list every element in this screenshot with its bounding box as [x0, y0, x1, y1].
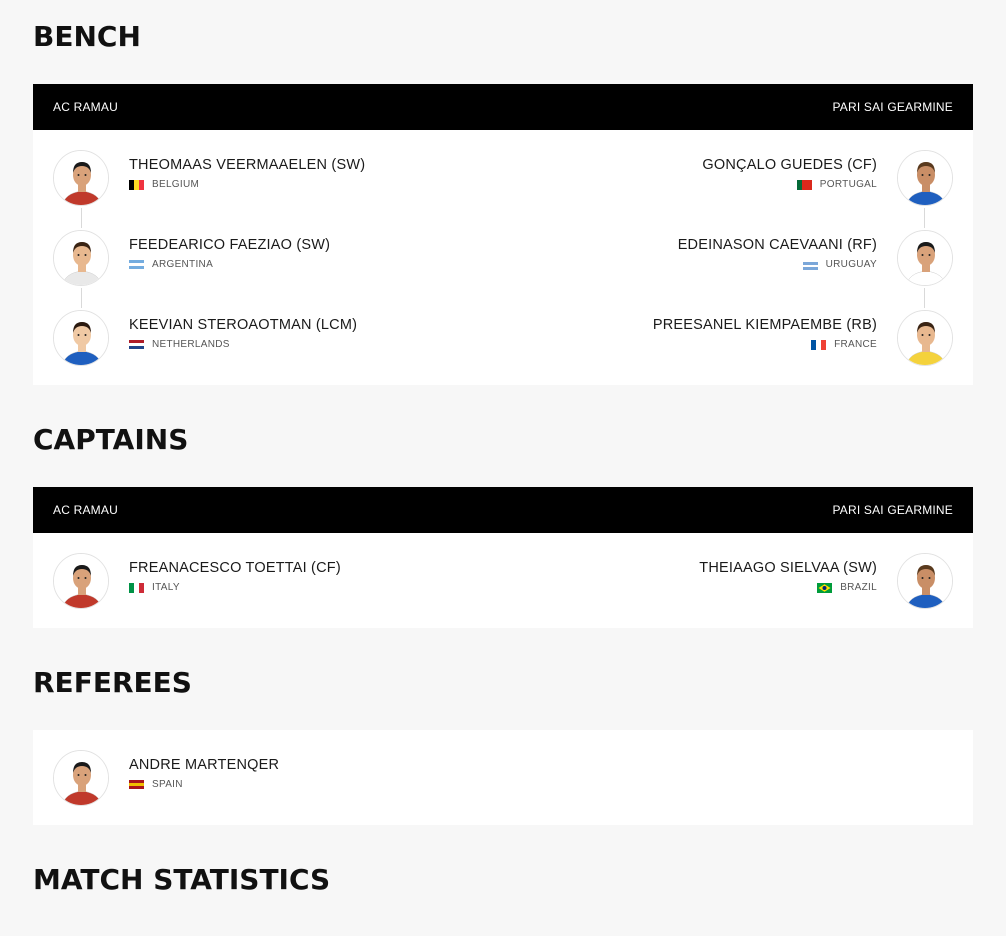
list-item: FEEDEARICO FAEZIAO (SW) ARGENTINA EDEINASO… [33, 228, 973, 288]
player-country: SPAIN [129, 779, 279, 790]
country-name: ITALY [152, 582, 180, 593]
captains-panel: FREANACESCO TOETTAI (CF) ITALY THEIAAGO SI… [33, 533, 973, 628]
player-country: ARGENTINA [129, 259, 330, 270]
player-name[interactable]: THEIAAGO SIELVAA (SW) [699, 560, 877, 576]
player-country: FRANCE [653, 339, 877, 350]
player-name[interactable]: GONÇALO GUEDES (CF) [702, 157, 877, 173]
country-name: ARGENTINA [152, 259, 214, 270]
team-bar-captains: AC RAMAU PARI SAI GEARMINE [33, 487, 973, 533]
flag-icon [811, 339, 827, 350]
away-team-name: PARI SAI GEARMINE [832, 100, 953, 114]
player-country: ITALY [129, 582, 341, 593]
list-item: KEEVIAN STEROAOTMAN (LCM) NETHERLANDS PREE… [33, 308, 973, 368]
player-country: NETHERLANDS [129, 339, 357, 350]
player-name[interactable]: PREESANEL KIEMPAEMBE (RB) [653, 317, 877, 333]
country-name: URUGUAY [825, 259, 877, 270]
away-team-name: PARI SAI GEARMINE [832, 503, 953, 517]
referees-panel: ANDRE MARTENQER SPAIN [33, 730, 973, 825]
player-name[interactable]: FEEDEARICO FAEZIAO (SW) [129, 237, 330, 253]
team-bar-bench: AC RAMAU PARI SAI GEARMINE [33, 84, 973, 130]
section-title-match-statistics: MATCH STATISTICS [33, 863, 331, 896]
player-avatar[interactable] [897, 230, 953, 286]
flag-icon [817, 582, 833, 593]
flag-icon [796, 179, 812, 190]
player-avatar[interactable] [897, 150, 953, 206]
home-team-name: AC RAMAU [53, 503, 118, 517]
flag-icon [129, 179, 144, 190]
player-country: BRAZIL [699, 582, 877, 593]
player-avatar[interactable] [53, 750, 109, 806]
player-country: BELGIUM [129, 179, 365, 190]
player-avatar[interactable] [53, 553, 109, 609]
timeline-connector [81, 288, 82, 308]
section-title-captains: CAPTAINS [33, 423, 189, 456]
country-name: BRAZIL [840, 582, 877, 593]
country-name: SPAIN [152, 779, 183, 790]
flag-icon [129, 582, 144, 593]
timeline-connector [81, 208, 82, 228]
player-avatar[interactable] [53, 230, 109, 286]
country-name: FRANCE [834, 339, 877, 350]
flag-icon [129, 259, 144, 270]
flag-icon [129, 779, 144, 790]
home-team-name: AC RAMAU [53, 100, 118, 114]
country-name: PORTUGAL [819, 179, 877, 190]
player-avatar[interactable] [897, 553, 953, 609]
timeline-connector [924, 288, 925, 308]
flag-icon [129, 339, 144, 350]
list-item: FREANACESCO TOETTAI (CF) ITALY THEIAAGO SI… [33, 551, 973, 611]
timeline-connector [924, 208, 925, 228]
player-name[interactable]: EDEINASON CAEVAANI (RF) [678, 237, 877, 253]
player-country: URUGUAY [678, 259, 877, 270]
player-name[interactable]: ANDRE MARTENQER [129, 757, 279, 773]
player-name[interactable]: FREANACESCO TOETTAI (CF) [129, 560, 341, 576]
list-item: ANDRE MARTENQER SPAIN [33, 748, 973, 808]
section-title-bench: BENCH [33, 20, 141, 53]
country-name: NETHERLANDS [152, 339, 230, 350]
country-name: BELGIUM [152, 179, 200, 190]
player-avatar[interactable] [53, 310, 109, 366]
list-item: THEOMAAS VEERMAAELEN (SW) BELGIUM GONÇALO … [33, 148, 973, 208]
player-country: PORTUGAL [702, 179, 877, 190]
player-avatar[interactable] [53, 150, 109, 206]
section-title-referees: REFEREES [33, 666, 192, 699]
player-avatar[interactable] [897, 310, 953, 366]
player-name[interactable]: KEEVIAN STEROAOTMAN (LCM) [129, 317, 357, 333]
flag-icon [802, 259, 818, 270]
bench-panel: THEOMAAS VEERMAAELEN (SW) BELGIUM GONÇALO … [33, 130, 973, 385]
player-name[interactable]: THEOMAAS VEERMAAELEN (SW) [129, 157, 365, 173]
